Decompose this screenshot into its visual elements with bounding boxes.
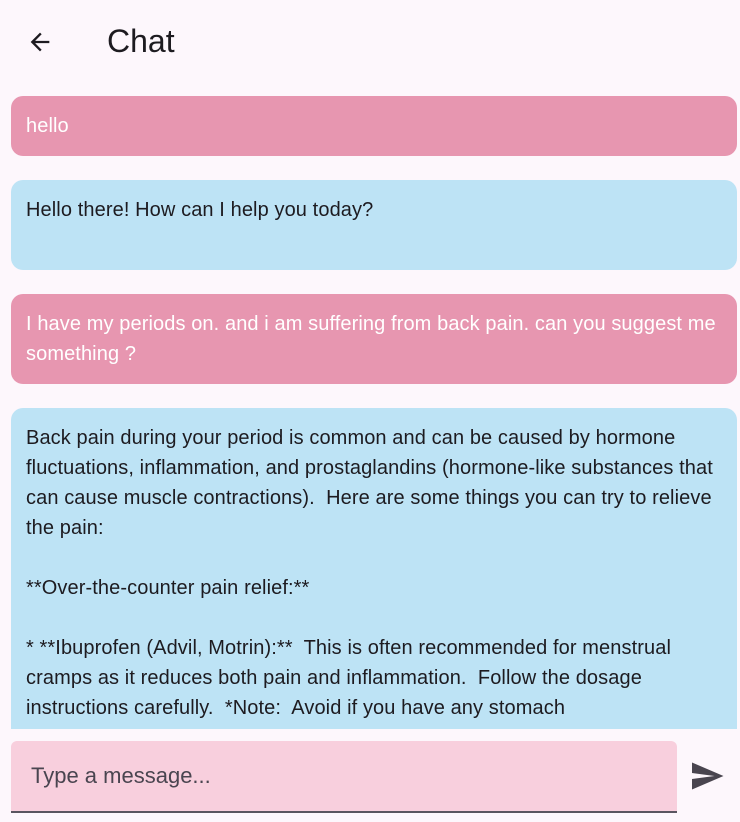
app-bar: Chat [0,0,740,84]
message-composer [0,729,740,822]
message-input[interactable] [29,757,663,795]
bot-message: Back pain during your period is common a… [11,408,737,729]
user-message: hello [11,96,737,156]
bot-message: Hello there! How can I help you today? [11,180,737,270]
chat-screen: Chat hello Hello there! How can I help y… [0,0,740,822]
user-message: I have my periods on. and i am suffering… [11,294,737,384]
page-title: Chat [107,23,175,59]
send-icon [692,762,724,790]
back-button[interactable] [16,18,64,66]
message-list[interactable]: hello Hello there! How can I help you to… [0,84,740,729]
arrow-left-icon [30,32,50,52]
send-button[interactable] [683,752,731,800]
message-input-container[interactable] [11,741,677,813]
